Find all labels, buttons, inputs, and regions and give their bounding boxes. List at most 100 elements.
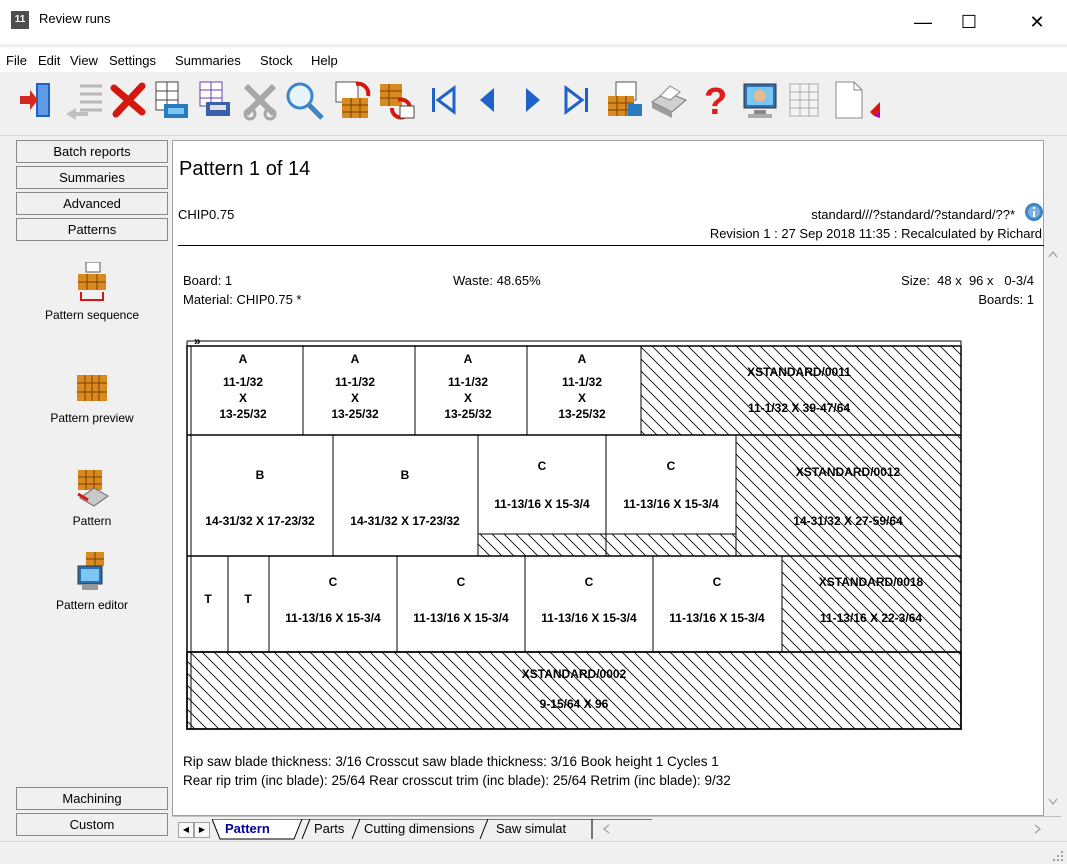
pattern-icon xyxy=(77,470,109,507)
svg-text:11-13/16 X 15-3/4: 11-13/16 X 15-3/4 xyxy=(413,611,509,625)
svg-text:11-1/32: 11-1/32 xyxy=(223,375,263,389)
export-icon[interactable] xyxy=(602,78,646,122)
waste-area-0012[interactable] xyxy=(735,434,962,557)
board-number: Board: 1 xyxy=(183,273,233,288)
nav-machining[interactable]: Machining xyxy=(16,787,168,810)
exit-icon[interactable] xyxy=(16,78,60,122)
svg-text:A: A xyxy=(239,352,248,366)
waste-0002-dims: 9-15/64 X 96 xyxy=(540,697,609,711)
tab-pattern[interactable]: Pattern xyxy=(225,819,270,839)
next-icon[interactable] xyxy=(510,78,554,122)
pattern-editor-label: Pattern editor xyxy=(55,598,129,612)
tab-parts[interactable]: Parts xyxy=(314,819,344,839)
pattern-sequence-tool[interactable]: Pattern sequence xyxy=(16,262,168,322)
title-bar: 11 Review runs — ☐ ✕ xyxy=(0,0,1067,44)
pattern-editor-icon xyxy=(77,552,104,590)
part-t-2[interactable]: T xyxy=(244,592,252,606)
pen-icon[interactable] xyxy=(870,78,880,122)
svg-text:11-13/16 X 15-3/4: 11-13/16 X 15-3/4 xyxy=(494,497,590,511)
svg-text:14-31/32 X 17-23/32: 14-31/32 X 17-23/32 xyxy=(350,514,460,528)
menu-view[interactable]: View xyxy=(70,53,98,68)
scroll-down-icon[interactable] xyxy=(1048,798,1058,806)
svg-text:13-25/32: 13-25/32 xyxy=(331,407,379,421)
info-icon[interactable] xyxy=(1024,202,1044,222)
pattern-editor-tool[interactable]: Pattern editor xyxy=(16,552,168,612)
waste-strip-under-c[interactable] xyxy=(477,533,737,557)
window-title: Review runs xyxy=(39,11,111,26)
nav-patterns[interactable]: Patterns xyxy=(16,218,168,241)
waste-0012-label: XSTANDARD/0012 xyxy=(796,465,901,479)
help-icon[interactable]: ? xyxy=(690,78,734,122)
pattern-report-panel: Pattern 1 of 14 CHIP0.75 standard///?sta… xyxy=(172,140,1044,816)
scroll-up-icon[interactable] xyxy=(1048,250,1058,258)
left-nav-panel: Batch reports Summaries Advanced Pattern… xyxy=(16,140,168,840)
grid-icon[interactable] xyxy=(150,78,194,122)
tab-scroll-right-button[interactable]: ▶ xyxy=(194,822,210,838)
svg-text:X: X xyxy=(351,391,359,405)
computer-icon[interactable] xyxy=(738,78,782,122)
menu-edit[interactable]: Edit xyxy=(38,53,60,68)
layout-icon[interactable] xyxy=(782,78,826,122)
waste-area-0018[interactable] xyxy=(781,555,962,653)
pattern-preview-icon xyxy=(77,375,107,401)
waste-area-0002[interactable] xyxy=(186,651,962,730)
svg-text:B: B xyxy=(256,468,265,482)
h-scroll-left-icon[interactable] xyxy=(602,824,610,834)
recalculate-icon[interactable] xyxy=(330,78,374,122)
svg-text:X: X xyxy=(578,391,586,405)
menu-settings[interactable]: Settings xyxy=(109,53,156,68)
print-grid-icon[interactable] xyxy=(194,78,238,122)
pattern-preview-tool[interactable]: Pattern preview xyxy=(16,373,168,425)
nav-custom[interactable]: Custom xyxy=(16,813,168,836)
pattern-title: Pattern 1 of 14 xyxy=(179,158,311,180)
last-icon[interactable] xyxy=(554,78,598,122)
nav-summaries[interactable]: Summaries xyxy=(16,166,168,189)
cut-icon[interactable] xyxy=(238,78,282,122)
menu-bar: File Edit View Settings Summaries Stock … xyxy=(0,46,1067,73)
pattern-preview-label: Pattern preview xyxy=(50,411,134,425)
search-icon[interactable] xyxy=(282,78,326,122)
h-scroll-right-icon[interactable] xyxy=(1034,824,1042,834)
waste-0012-dims: 14-31/32 X 27-59/64 xyxy=(793,514,903,528)
menu-file[interactable]: File xyxy=(6,53,27,68)
tab-cutting-dimensions[interactable]: Cutting dimensions xyxy=(364,819,475,839)
svg-text:C: C xyxy=(667,459,676,473)
page-icon[interactable] xyxy=(826,78,870,122)
svg-text:C: C xyxy=(457,575,466,589)
svg-text:B: B xyxy=(401,468,410,482)
minimize-button[interactable]: — xyxy=(900,0,946,44)
part-t-1[interactable]: T xyxy=(204,592,212,606)
resize-grip-icon[interactable] xyxy=(1052,850,1064,862)
svg-text:C: C xyxy=(585,575,594,589)
nav-batch-reports[interactable]: Batch reports xyxy=(16,140,168,163)
header-divider xyxy=(178,245,1044,246)
cutting-pattern-diagram[interactable]: » A 11-1/32 X 13-25/32 A 11-1/32 X 13-25… xyxy=(186,336,963,730)
waste-area-0011[interactable] xyxy=(640,345,962,436)
material-code: CHIP0.75 xyxy=(178,207,235,222)
svg-text:A: A xyxy=(464,352,473,366)
nav-advanced[interactable]: Advanced xyxy=(16,192,168,215)
report-tab-bar: ◀ ▶ Pattern Parts Cutting dimensions Saw… xyxy=(172,816,1061,842)
tab-saw-simulation[interactable]: Saw simulat xyxy=(496,819,566,839)
previous-icon[interactable] xyxy=(466,78,510,122)
svg-text:11-13/16 X 15-3/4: 11-13/16 X 15-3/4 xyxy=(623,497,719,511)
menu-help[interactable]: Help xyxy=(311,53,338,68)
maximize-button[interactable]: ☐ xyxy=(946,0,992,44)
waste-0018-label: XSTANDARD/0018 xyxy=(819,575,924,589)
menu-stock[interactable]: Stock xyxy=(260,53,293,68)
pattern-tool[interactable]: Pattern xyxy=(16,468,168,528)
svg-text:11-1/32: 11-1/32 xyxy=(562,375,602,389)
list-icon[interactable] xyxy=(62,78,106,122)
tab-scroll-left-button[interactable]: ◀ xyxy=(178,822,194,838)
svg-text:13-25/32: 13-25/32 xyxy=(444,407,492,421)
vertical-scrollbar[interactable] xyxy=(1044,140,1061,816)
revision-info: Revision 1 : 27 Sep 2018 11:35 : Recalcu… xyxy=(709,226,1042,241)
svg-text:X: X xyxy=(464,391,472,405)
print-icon[interactable] xyxy=(646,78,690,122)
close-button[interactable]: ✕ xyxy=(1014,0,1060,44)
undo-icon[interactable] xyxy=(374,78,418,122)
menu-summaries[interactable]: Summaries xyxy=(175,53,241,68)
toolbar: ? xyxy=(0,72,1067,136)
first-icon[interactable] xyxy=(422,78,466,122)
delete-icon[interactable] xyxy=(106,78,150,122)
